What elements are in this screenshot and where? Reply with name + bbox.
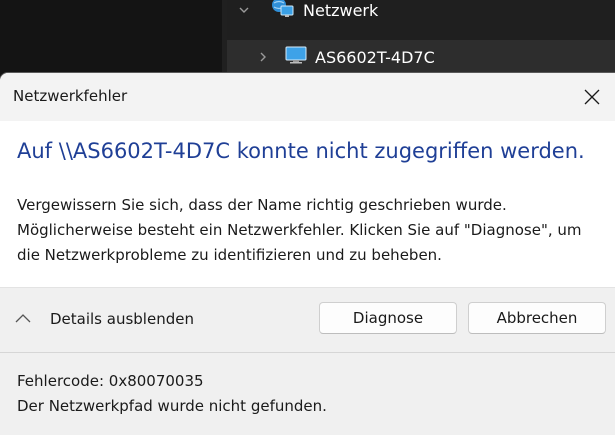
details-toggle[interactable]: Details ausblenden [14, 304, 194, 334]
dialog-body: Auf \\AS6602T-4D7C konnte nicht zugegrif… [0, 121, 615, 287]
explorer-tree: Netzwerk AS6602T-4D7C [227, 0, 615, 80]
network-error-dialog: Netzwerkfehler Auf \\AS6602T-4D7C konnte… [0, 73, 615, 435]
diagnose-button[interactable]: Diagnose [319, 302, 457, 334]
tree-item-host[interactable]: AS6602T-4D7C [227, 40, 615, 74]
error-message: Der Netzwerkpfad wurde nicht gefunden. [17, 397, 327, 415]
content-line: Möglicherweise besteht ein Netzwerkfehle… [17, 221, 582, 239]
network-icon [271, 0, 295, 23]
dialog-title: Netzwerkfehler [13, 87, 128, 105]
tree-item-label: AS6602T-4D7C [315, 47, 435, 67]
cancel-button[interactable]: Abbrechen [468, 302, 606, 334]
dialog-titlebar[interactable]: Netzwerkfehler [0, 73, 615, 121]
tree-item-label: Netzwerk [303, 0, 379, 20]
tree-item-network[interactable]: Netzwerk [227, 0, 615, 27]
close-icon [584, 89, 600, 105]
chevron-right-icon[interactable] [258, 52, 268, 62]
details-toggle-label: Details ausblenden [50, 310, 194, 328]
close-button[interactable] [569, 73, 615, 121]
chevron-down-icon[interactable] [239, 5, 249, 15]
computer-icon [285, 46, 307, 68]
error-code: Fehlercode: 0x80070035 [17, 372, 204, 390]
content-line: die Netzwerkprobleme zu identifizieren u… [17, 246, 442, 264]
content-line: Vergewissern Sie sich, dass der Name ric… [17, 196, 507, 214]
main-instruction: Auf \\AS6602T-4D7C konnte nicht zugegrif… [17, 139, 585, 163]
dialog-button-bar: Details ausblenden Diagnose Abbrechen [0, 287, 615, 353]
chevron-up-icon [15, 314, 31, 323]
dialog-content: Vergewissern Sie sich, dass der Name ric… [17, 193, 612, 268]
details-text: Fehlercode: 0x80070035 Der Netzwerkpfad … [17, 369, 327, 419]
explorer-navigation-pane [0, 0, 222, 80]
details-panel: Fehlercode: 0x80070035 Der Netzwerkpfad … [0, 353, 615, 435]
